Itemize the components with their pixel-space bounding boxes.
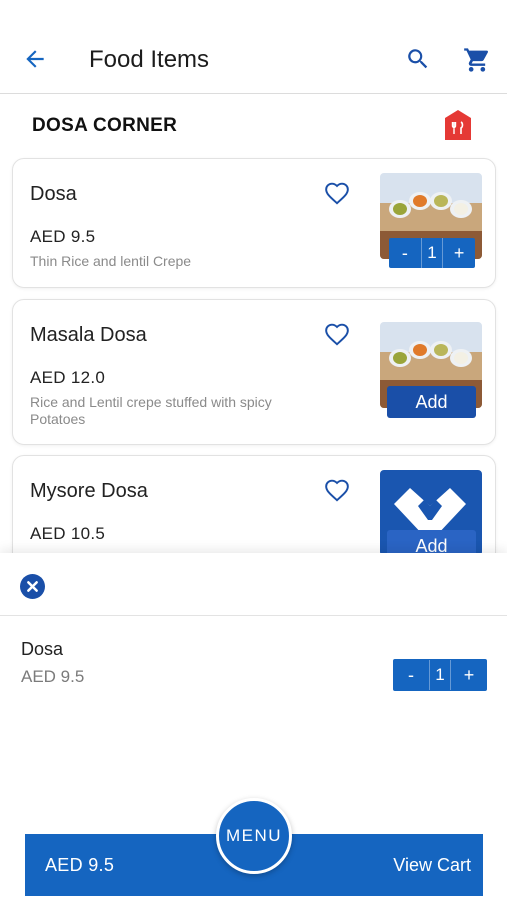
increment-button[interactable]: + [451,660,487,690]
heart-icon[interactable] [323,478,351,504]
food-item-price: AED 10.5 [30,524,106,543]
restaurant-icon [445,110,471,140]
increment-button[interactable]: + [443,238,475,268]
food-item-description: Thin Rice and lentil Crepe [30,253,192,269]
close-icon[interactable] [20,574,45,599]
food-item-name: Mysore Dosa [30,480,148,502]
food-item-price: AED 12.0 [30,368,106,387]
decrement-button[interactable]: - [389,238,421,268]
cart-total: AED 9.5 [45,855,115,875]
cart-icon[interactable] [463,46,491,74]
restaurant-name: DOSA CORNER [32,115,178,136]
food-item-name: Masala Dosa [30,324,147,346]
page-title: Food Items [89,46,210,73]
cart-item-name: Dosa [21,639,64,659]
food-item-price: AED 9.5 [30,227,96,246]
food-item-description: Rice and Lentil crepe stuffed with spicy… [30,394,272,427]
divider [0,615,507,616]
menu-button[interactable]: MENU [216,798,292,874]
heart-icon[interactable] [323,322,351,348]
cart-quantity-stepper[interactable]: - 1 + [393,659,487,691]
cart-item-price: AED 9.5 [21,667,85,686]
view-cart-button[interactable]: View Cart [393,855,471,876]
quantity-value: 1 [420,238,444,268]
quantity-stepper[interactable]: - 1 + [389,238,475,268]
arrow-left-icon[interactable] [22,46,48,72]
add-button[interactable]: Add [387,386,476,418]
quantity-value: 1 [429,660,451,690]
app-bar: Food Items [0,0,507,94]
food-item-card[interactable]: Masala Dosa AED 12.0 Rice and Lentil cre… [12,299,496,445]
food-item-card[interactable]: Dosa AED 9.5 Thin Rice and lentil Crepe … [12,158,496,288]
search-icon[interactable] [405,46,431,72]
decrement-button[interactable]: - [393,660,429,690]
food-item-name: Dosa [30,183,77,205]
heart-icon[interactable] [323,181,351,207]
